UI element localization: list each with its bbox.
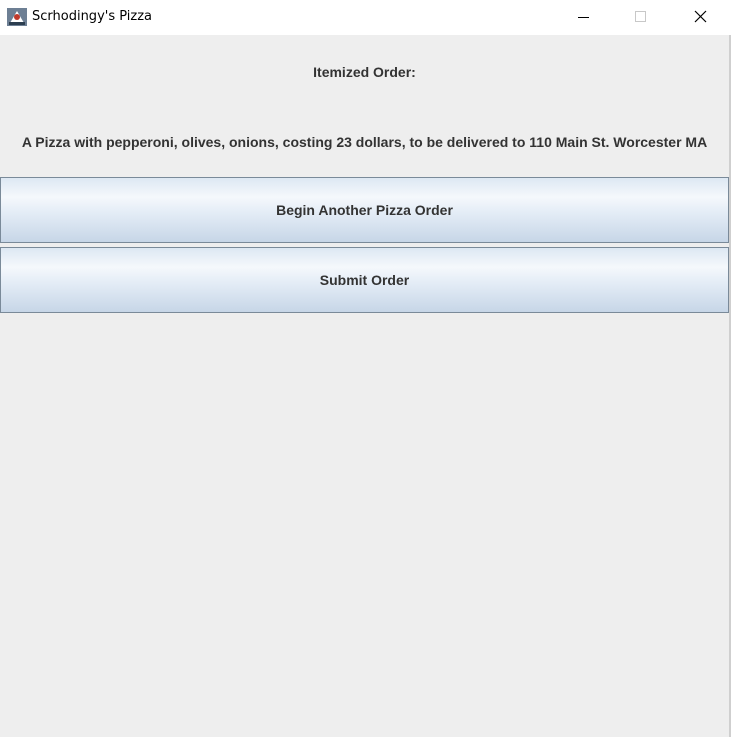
- order-summary-text: A Pizza with pepperoni, olives, onions, …: [21, 134, 708, 150]
- app-window: Scrhodingy's Pizza Itemized Order: A Piz…: [0, 0, 731, 737]
- itemized-order-heading: Itemized Order:: [313, 64, 416, 80]
- close-icon: [694, 10, 707, 23]
- maximize-icon: [635, 11, 646, 22]
- maximize-button[interactable]: [612, 0, 670, 35]
- title-bar[interactable]: Scrhodingy's Pizza: [0, 0, 731, 35]
- minimize-icon: [578, 17, 589, 18]
- begin-another-order-button[interactable]: Begin Another Pizza Order: [0, 177, 729, 243]
- java-app-icon: [7, 8, 27, 26]
- close-button[interactable]: [671, 0, 729, 35]
- order-panel: Itemized Order: A Pizza with pepperoni, …: [0, 35, 729, 737]
- minimize-button[interactable]: [554, 0, 612, 35]
- submit-order-button[interactable]: Submit Order: [0, 247, 729, 313]
- window-title: Scrhodingy's Pizza: [32, 9, 153, 24]
